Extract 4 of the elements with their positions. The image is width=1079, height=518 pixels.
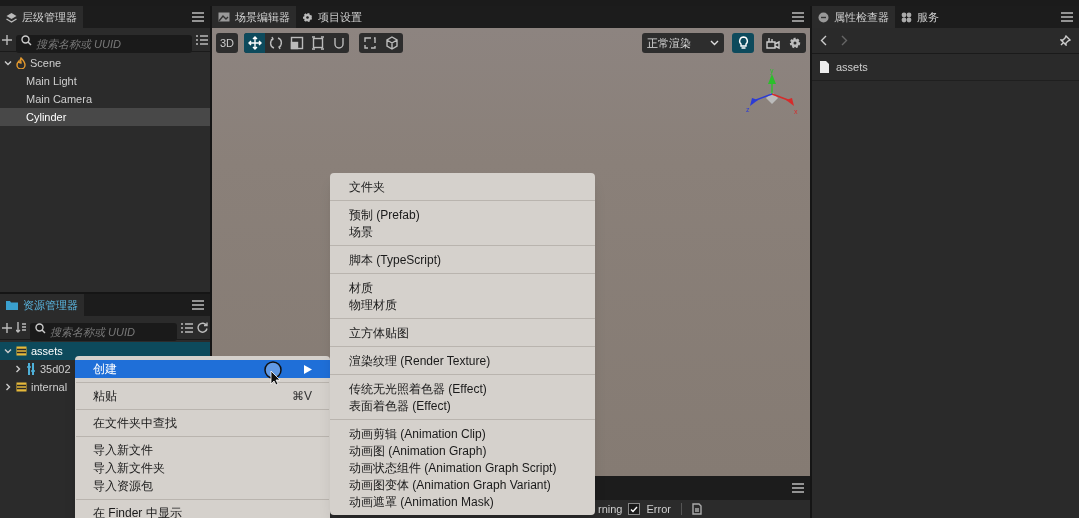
filter-label: rning (598, 501, 623, 517)
filter-label: Error (646, 501, 671, 517)
shortcut-label: ⌘V (292, 388, 312, 405)
asset-name: assets (836, 59, 868, 75)
